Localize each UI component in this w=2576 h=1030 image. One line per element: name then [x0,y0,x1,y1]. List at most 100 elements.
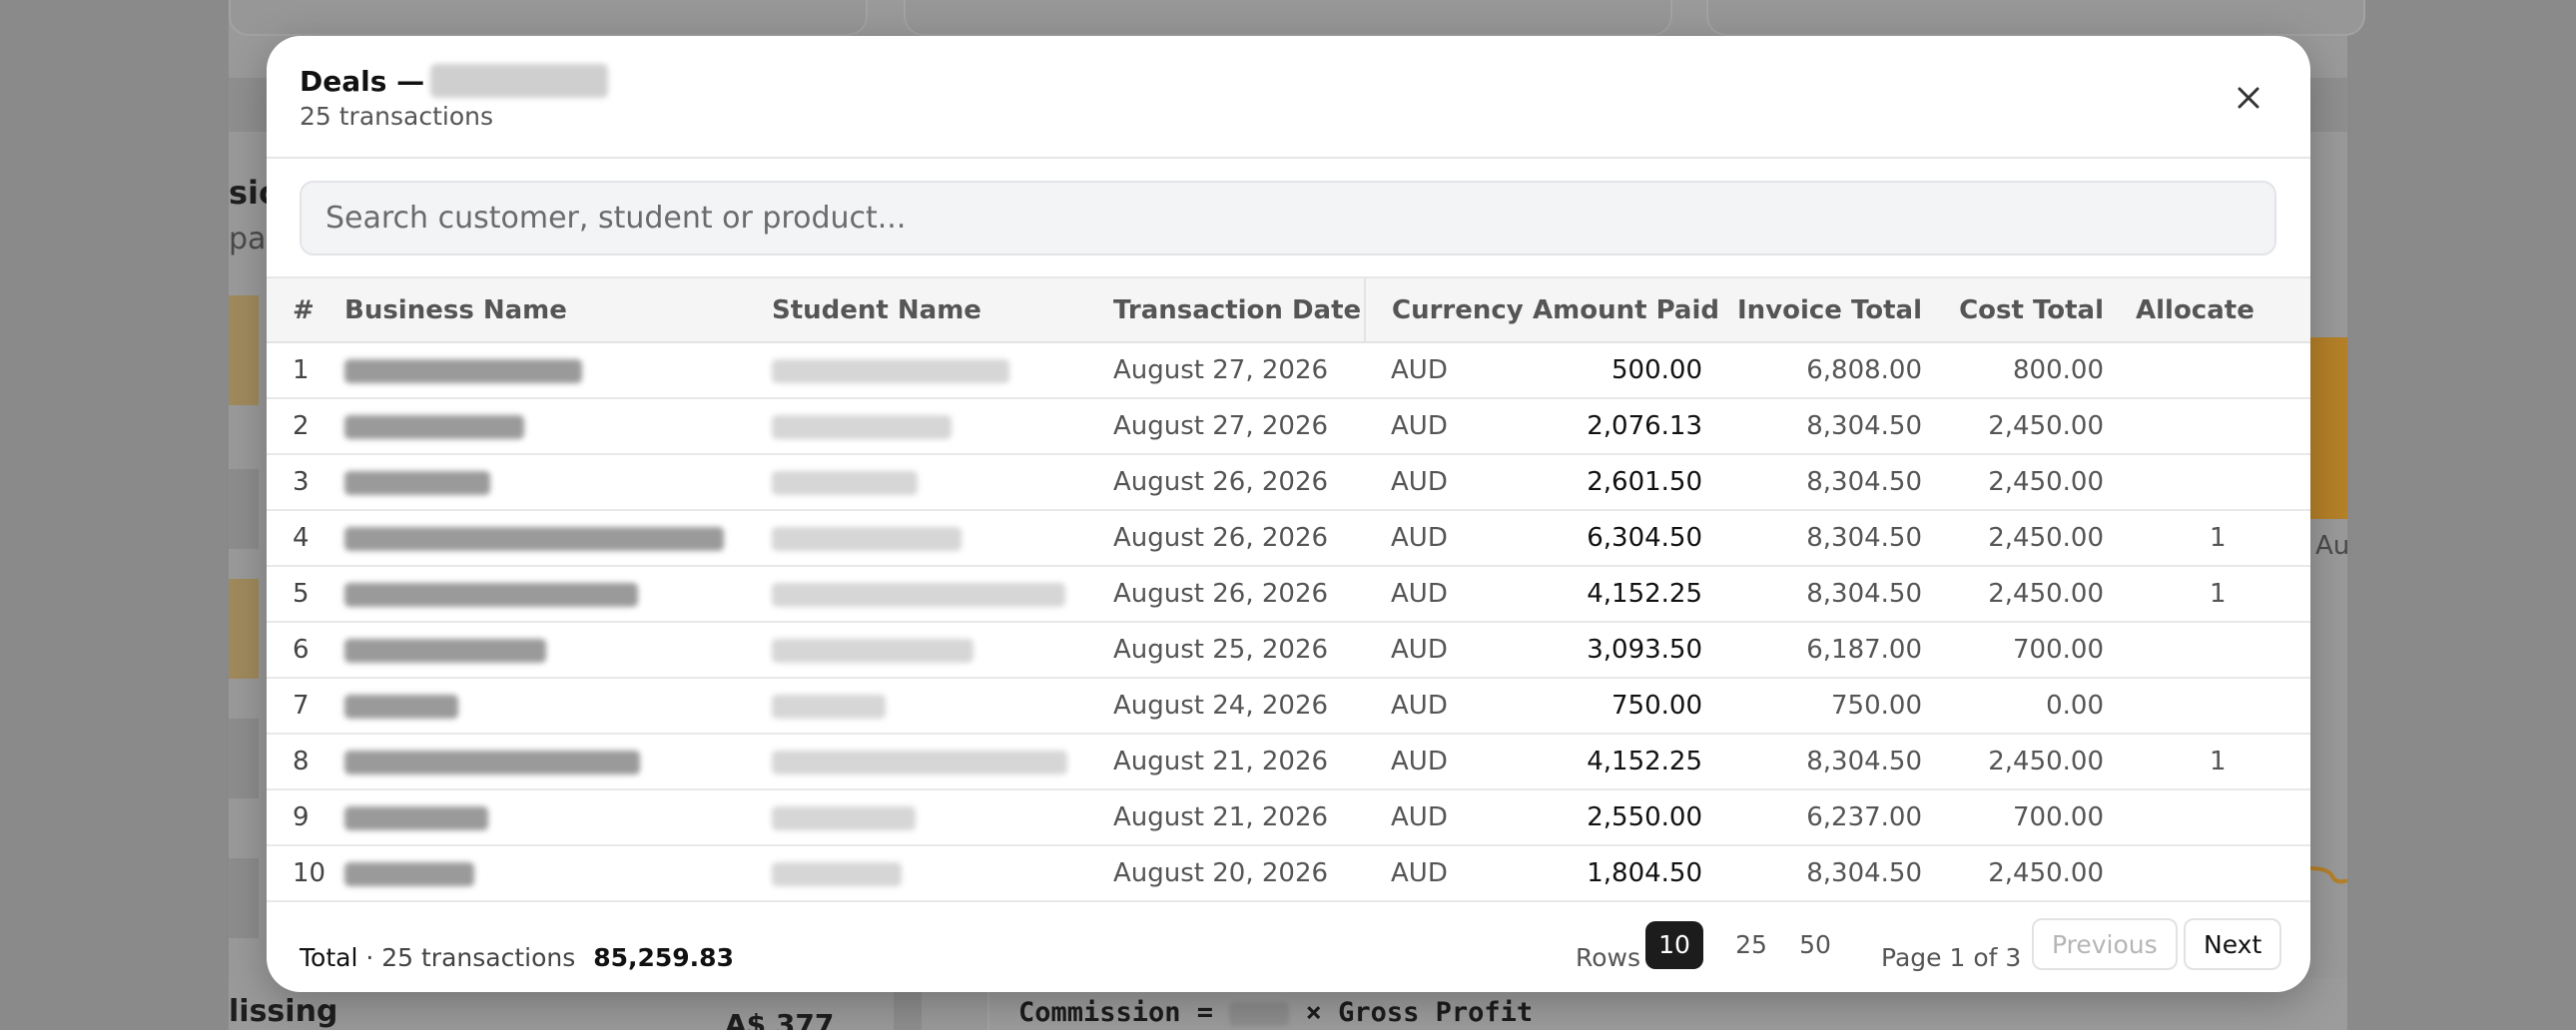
business-name-cell [319,510,746,566]
rows-label: Rows [1576,943,1641,972]
row-index: 4 [293,523,310,553]
cost-total-cell: 700.00 [2013,802,2104,832]
bg-chart-bar [2310,337,2347,519]
student-name-cell [746,845,1087,901]
amount-paid-cell: 3,093.50 [1587,635,1702,665]
column-header-allocated[interactable]: Allocate [2110,278,2310,343]
cost-total-cell: 2,450.00 [1988,411,2104,441]
table-row[interactable]: 3 August 26, 2026 AUD 2,601.50 8,304.50 … [267,454,2310,510]
cost-total-cell: 800.00 [2013,355,2104,385]
footer-total: Total · 25 transactions 85,259.83 [300,943,734,972]
column-header-index[interactable]: # [267,278,319,343]
next-page-button[interactable]: Next [2184,918,2282,970]
cost-total-cell: 0.00 [2046,691,2104,721]
transaction-date-cell: August 27, 2026 [1113,355,1329,385]
row-index: 8 [293,747,310,776]
student-name-cell [746,510,1087,566]
allocated-cell [2110,678,2310,734]
invoice-total-cell: 6,808.00 [1806,355,1922,385]
table-row[interactable]: 6 August 25, 2026 AUD 3,093.50 6,187.00 … [267,622,2310,678]
column-header-student-name[interactable]: Student Name [746,278,1087,343]
rows-option-10[interactable]: 10 [1645,921,1703,969]
transaction-date-cell: August 25, 2026 [1113,635,1329,665]
bg-row-stripe [229,579,259,679]
row-index: 5 [293,579,310,609]
transaction-date-cell: August 26, 2026 [1113,467,1329,497]
bg-row-stripe [229,295,259,405]
redacted-business-name [344,526,724,551]
row-index: 9 [293,802,310,832]
table-row[interactable]: 7 August 24, 2026 AUD 750.00 750.00 0.00 [267,678,2310,734]
redacted-business-name [344,694,458,719]
table-row[interactable]: 2 August 27, 2026 AUD 2,076.13 8,304.50 … [267,398,2310,454]
invoice-total-cell: 8,304.50 [1806,858,1922,888]
transaction-date-cell: August 21, 2026 [1113,747,1329,776]
modal-header: Deals — 25 transactions [267,36,2310,159]
allocated-cell [2110,622,2310,678]
table-row[interactable]: 10 August 20, 2026 AUD 1,804.50 8,304.50… [267,845,2310,901]
amount-paid-cell: 1,804.50 [1587,858,1702,888]
allocated-cell: 1 [2210,579,2227,609]
row-index: 1 [293,355,310,385]
rows-option-25[interactable]: 25 [1722,921,1780,969]
total-count: · 25 transactions [365,943,576,972]
table-row[interactable]: 8 August 21, 2026 AUD 4,152.25 8,304.50 … [267,734,2310,789]
column-header-amount-paid[interactable]: Amount Paid [1533,278,1719,343]
bg-commission-formula: Commission = × Gross Profit [1018,997,1534,1028]
deals-table-wrapper[interactable]: # Business Name Student Name Transaction… [267,276,2310,935]
currency-cell: AUD [1391,467,1448,497]
bg-missing-value: A$ 377 [725,1008,835,1030]
table-row[interactable]: 4 August 26, 2026 AUD 6,304.50 8,304.50 … [267,510,2310,566]
business-name-cell [319,454,746,510]
allocated-cell [2110,845,2310,901]
column-header-transaction-date[interactable]: Transaction Date [1087,278,1365,343]
bg-row-stripe [229,719,259,798]
redacted-business-name [344,470,490,495]
business-name-cell [319,789,746,845]
redacted-student-name [772,805,916,830]
student-name-cell [746,398,1087,454]
redacted-student-name [772,638,973,663]
table-body: 1 August 27, 2026 AUD 500.00 6,808.00 80… [267,342,2310,901]
modal-title-prefix: Deals — [300,65,425,98]
table-row[interactable]: 1 August 27, 2026 AUD 500.00 6,808.00 80… [267,342,2310,398]
column-header-invoice-total[interactable]: Invoice Total [1708,278,1928,343]
cost-total-cell: 2,450.00 [1988,747,2104,776]
invoice-total-cell: 6,187.00 [1806,635,1922,665]
rows-option-50[interactable]: 50 [1786,921,1844,969]
business-name-cell [319,845,746,901]
student-name-cell [746,734,1087,789]
amount-paid-cell: 2,601.50 [1587,467,1702,497]
row-index: 10 [293,858,326,888]
column-header-business-name[interactable]: Business Name [319,278,746,343]
redacted-business-name [344,861,474,886]
business-name-cell [319,398,746,454]
allocated-cell: 1 [2210,747,2227,776]
business-name-cell [319,566,746,622]
close-button[interactable] [2231,80,2266,116]
transaction-date-cell: August 24, 2026 [1113,691,1329,721]
amount-paid-cell: 2,550.00 [1587,802,1702,832]
cost-total-cell: 2,450.00 [1988,523,2104,553]
redacted-entity-name [430,64,609,98]
student-name-cell [746,789,1087,845]
table-row[interactable]: 5 August 26, 2026 AUD 4,152.25 8,304.50 … [267,566,2310,622]
bg-row-stripe [229,469,259,549]
student-name-cell [746,454,1087,510]
allocated-cell [2110,789,2310,845]
previous-page-button[interactable]: Previous [2032,918,2178,970]
table-row[interactable]: 9 August 21, 2026 AUD 2,550.00 6,237.00 … [267,789,2310,845]
currency-cell: AUD [1391,691,1448,721]
student-name-cell [746,342,1087,398]
row-index: 3 [293,467,310,497]
search-input[interactable] [300,181,2276,256]
amount-paid-cell: 6,304.50 [1587,523,1702,553]
redacted-student-name [772,358,1009,383]
redacted-business-name [344,414,524,439]
transaction-date-cell: August 26, 2026 [1113,579,1329,609]
column-header-currency[interactable]: Currency [1364,278,1533,343]
bg-missing-label: lissing [229,994,338,1029]
redacted-student-name [772,694,886,719]
column-header-cost-total[interactable]: Cost Total [1928,278,2110,343]
invoice-total-cell: 8,304.50 [1806,747,1922,776]
